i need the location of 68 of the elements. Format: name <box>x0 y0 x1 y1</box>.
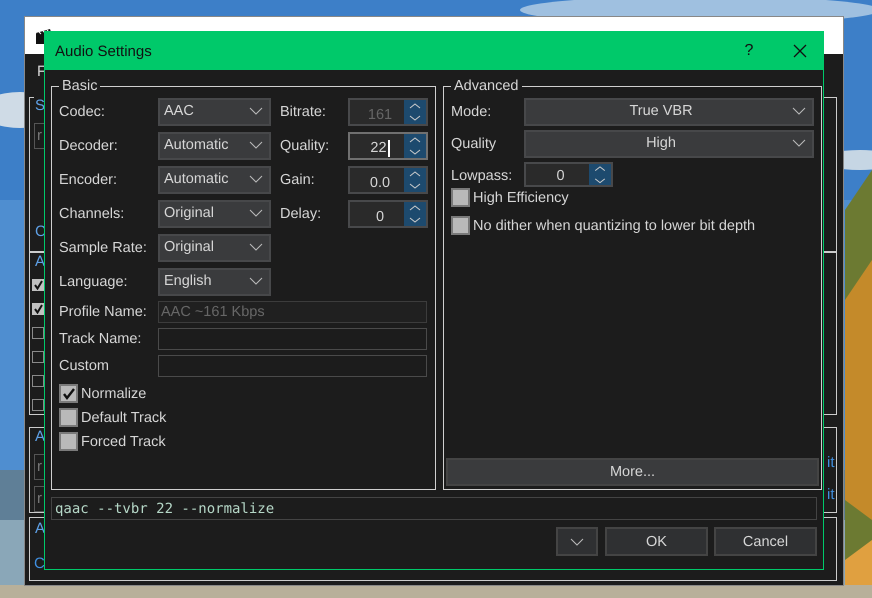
checkbox[interactable] <box>32 399 44 411</box>
help-button[interactable]: ? <box>729 32 769 70</box>
spin-box[interactable]: 0 <box>348 200 428 228</box>
link[interactable]: it <box>827 486 834 503</box>
command-field[interactable]: qaac --tvbr 22 --normalize <box>51 497 817 520</box>
field-label: Gain: <box>280 172 316 188</box>
group-title: Advanced <box>453 78 520 94</box>
chevron-down-icon <box>249 175 263 183</box>
spin-box[interactable]: 0 <box>524 162 613 187</box>
dropdown[interactable]: High <box>524 130 814 158</box>
checkbox[interactable] <box>59 432 78 451</box>
field-label: Lowpass: <box>451 168 514 184</box>
dropdown[interactable]: Automatic <box>158 166 271 194</box>
field-label: Profile Name: <box>59 304 148 320</box>
checkbox[interactable] <box>59 408 78 427</box>
field-label: Sample Rate: <box>59 240 148 256</box>
field-label: Encoder: <box>59 172 118 188</box>
close-icon <box>793 44 807 58</box>
checkbox[interactable] <box>32 351 44 363</box>
checkbox[interactable] <box>32 303 44 315</box>
field-label: Codec: <box>59 104 106 120</box>
field-label: Language: <box>59 274 129 290</box>
chevron-down-icon <box>249 277 263 285</box>
dialog-button[interactable]: Cancel <box>714 527 817 556</box>
dialog-button[interactable]: OK <box>605 527 708 556</box>
field-label: Bitrate: <box>280 104 327 120</box>
more-button[interactable]: More... <box>446 458 819 486</box>
link[interactable]: C <box>34 555 45 572</box>
checkbox[interactable] <box>32 279 44 291</box>
checkbox[interactable] <box>32 375 44 387</box>
chevron-down-icon <box>249 107 263 115</box>
dropdown[interactable]: Automatic <box>158 132 271 160</box>
chevron-down-icon <box>249 209 263 217</box>
checkbox[interactable] <box>451 188 470 207</box>
checkbox-label: Default Track <box>81 410 166 426</box>
dropdown[interactable]: Original <box>158 234 271 262</box>
field-label: Delay: <box>280 206 322 222</box>
checkbox-label: No dither when quantizing to lower bit depth <box>473 218 756 234</box>
spin-box[interactable]: 0.0 <box>348 166 428 194</box>
dropdown[interactable]: AAC <box>158 98 271 126</box>
field-label: Mode: <box>451 104 492 120</box>
chevron-down-icon <box>792 107 806 115</box>
field-label: Channels: <box>59 206 126 222</box>
field-label: Track Name: <box>59 331 142 347</box>
text-field[interactable] <box>158 328 427 350</box>
spin-box[interactable]: 22 <box>348 132 428 160</box>
checkbox[interactable] <box>32 327 44 339</box>
checkbox-label: High Efficiency <box>473 190 569 206</box>
text-field[interactable] <box>158 355 427 377</box>
chevron-down-icon <box>792 139 806 147</box>
field-label: Custom <box>59 358 110 374</box>
dropdown[interactable]: Original <box>158 200 271 228</box>
checkmark-icon <box>62 388 76 400</box>
field-label: Quality: <box>280 138 330 154</box>
checkbox-label: Forced Track <box>81 434 166 450</box>
checkbox[interactable] <box>451 216 470 235</box>
window-title: Audio Settings <box>55 42 153 60</box>
checkbox[interactable] <box>59 384 78 403</box>
chevron-down-icon <box>570 538 584 546</box>
chevron-down-icon <box>249 141 263 149</box>
field-label: Decoder: <box>59 138 119 154</box>
dropdown[interactable]: English <box>158 268 271 296</box>
dropdown[interactable]: True VBR <box>524 98 814 126</box>
checkbox-label: Normalize <box>81 386 146 402</box>
group-title: Basic <box>61 78 98 94</box>
link[interactable]: it <box>827 454 834 471</box>
field-label: Quality <box>451 136 498 152</box>
chevron-down-icon <box>249 243 263 251</box>
